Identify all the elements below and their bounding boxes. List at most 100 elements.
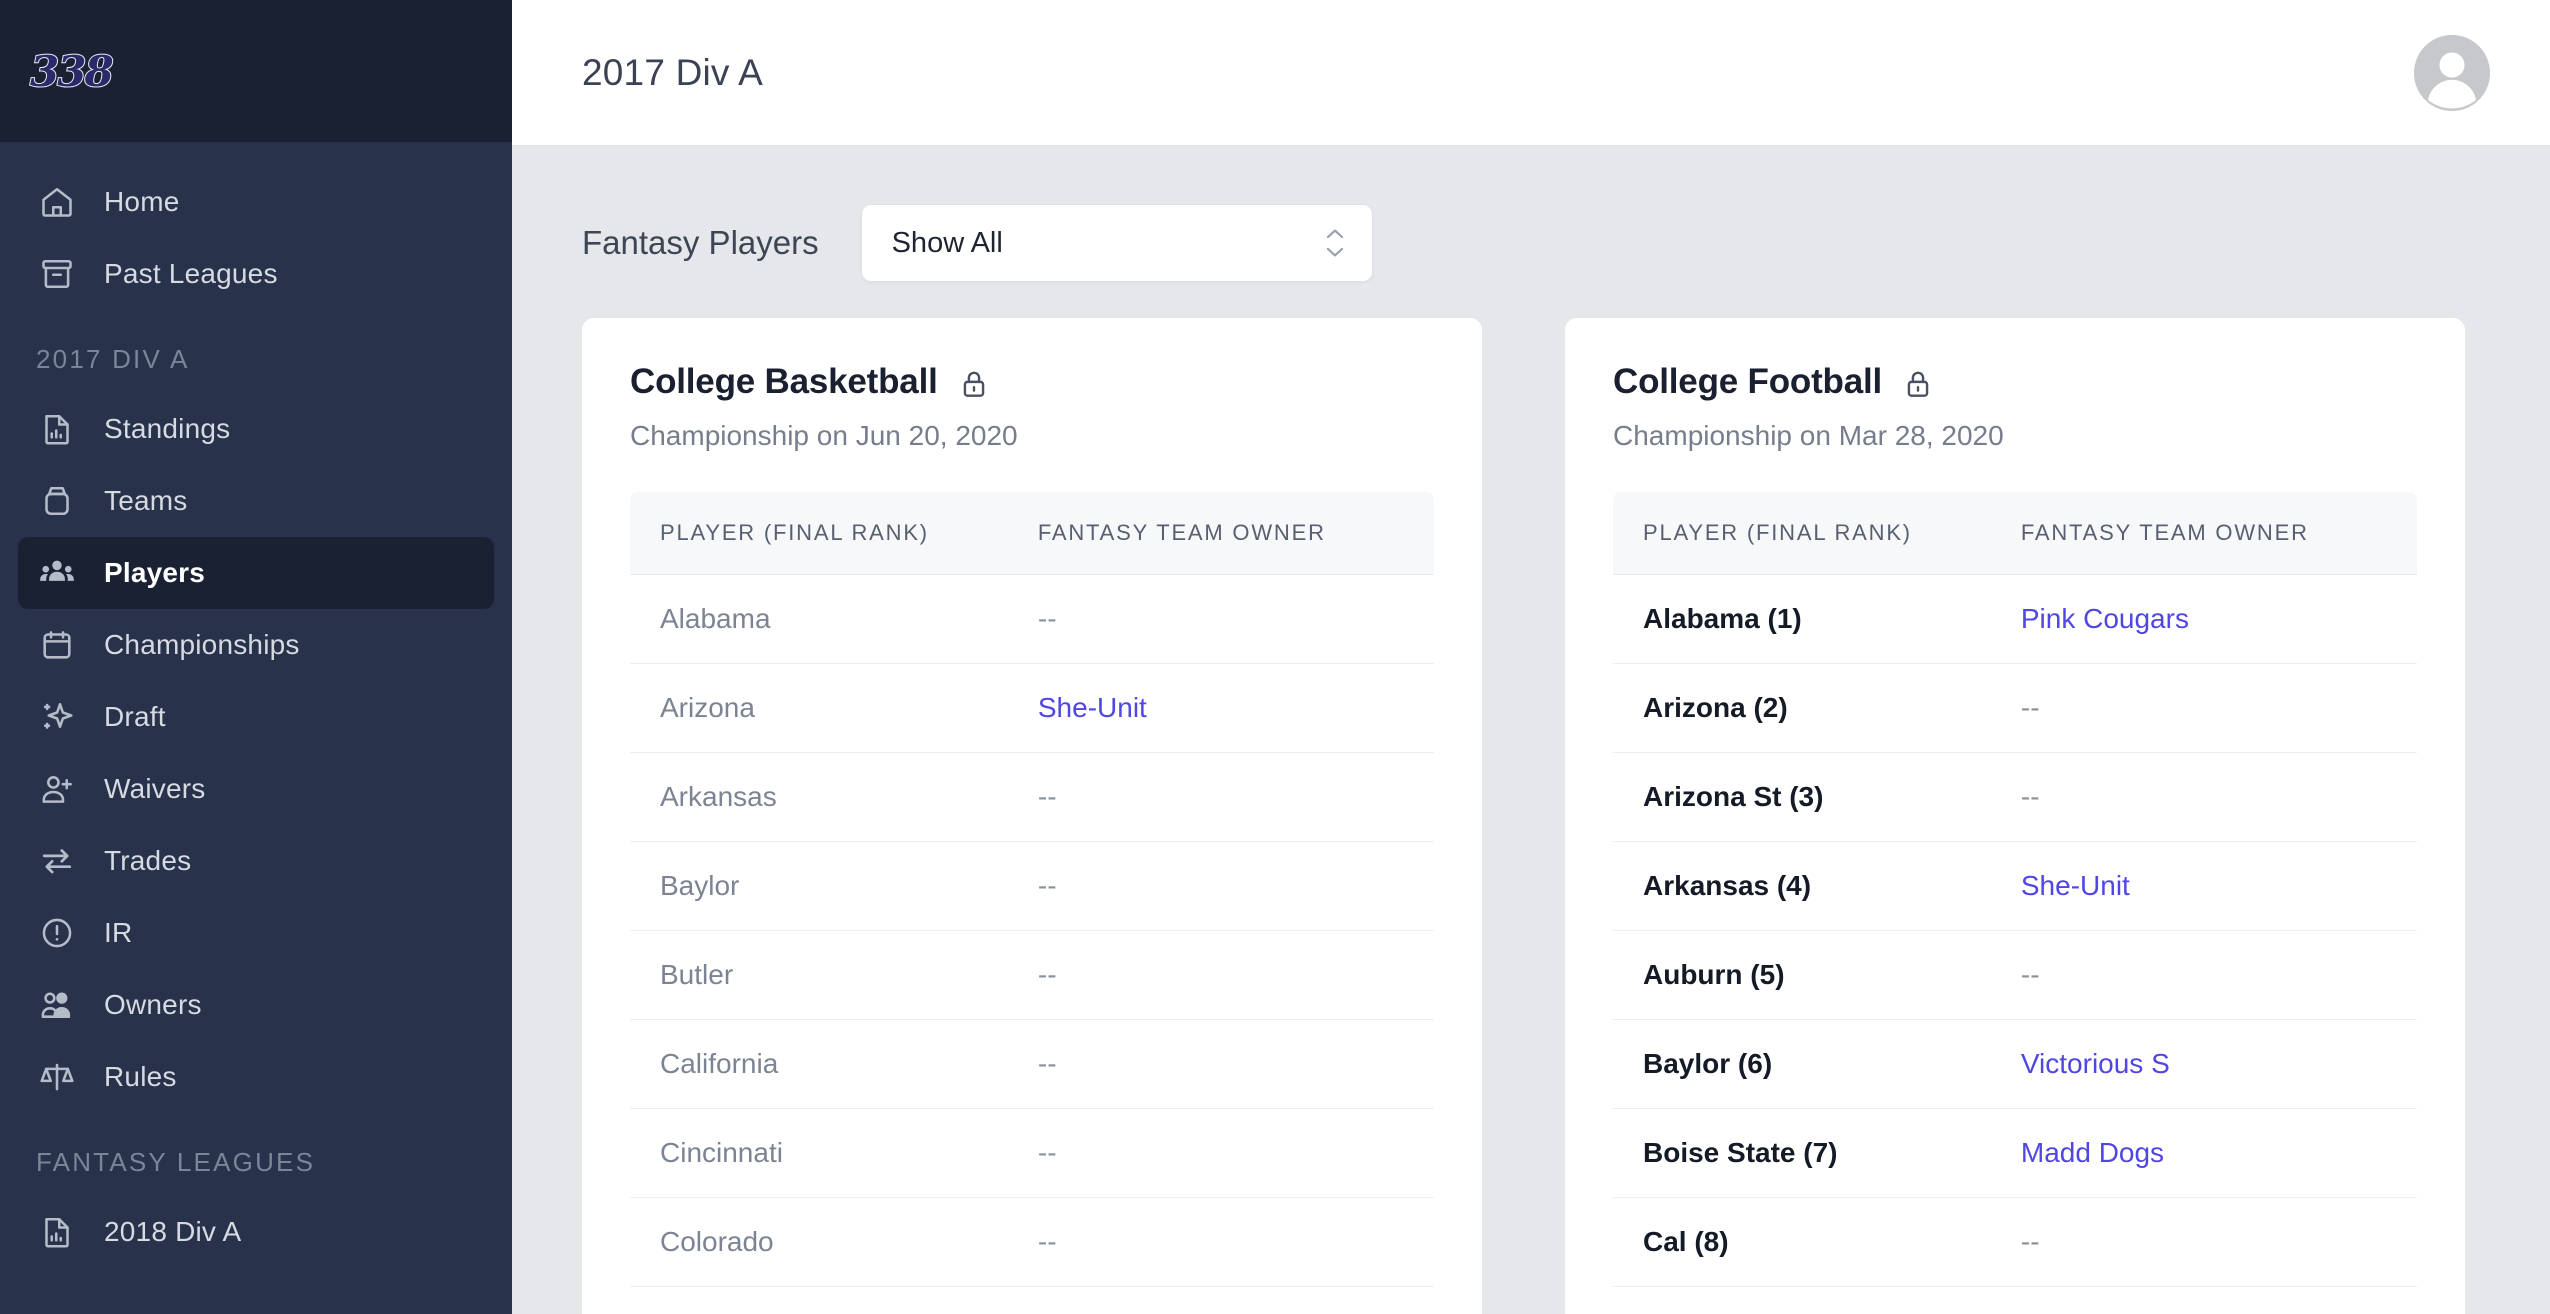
table-body: Alabama -- Arizona She-Unit Arkansas -- Baylor… bbox=[630, 574, 1434, 1314]
sidebar-nav: Home Past Leagues 2017 DIV A Standings T… bbox=[0, 142, 512, 1268]
owners-icon bbox=[36, 984, 78, 1026]
sidebar-item-label: Championships bbox=[104, 629, 300, 660]
table-head: PLAYER (FINAL RANK) FANTASY TEAM OWNER bbox=[630, 492, 1434, 575]
chart-document-icon bbox=[36, 1211, 78, 1253]
sparkles-icon bbox=[36, 696, 78, 738]
cards-row: College Basketball Championship on Jun 2… bbox=[582, 318, 2550, 1314]
player-name-cell: Arizona (2) bbox=[1613, 663, 1991, 753]
player-name-cell: Cincinnati bbox=[630, 1108, 1008, 1198]
app-root: 338 Home Past Leagues 2017 DIV A Standin… bbox=[0, 0, 2550, 1314]
sidebar-item-2018-div-a[interactable]: 2018 Div A bbox=[18, 1196, 494, 1268]
table-row: Cincinnati-- bbox=[1613, 1286, 2417, 1314]
lock-icon bbox=[1902, 368, 1934, 400]
alert-circle-icon bbox=[36, 912, 78, 954]
sidebar-item-label: Home bbox=[104, 186, 180, 217]
card-subtitle: Championship on Jun 20, 2020 bbox=[630, 420, 1018, 451]
scales-icon bbox=[36, 1056, 78, 1098]
table-head: PLAYER (FINAL RANK) FANTASY TEAM OWNER bbox=[1613, 492, 2417, 575]
fantasy-players-select[interactable]: Show All bbox=[860, 204, 1373, 282]
player-name-cell: Baylor bbox=[630, 841, 1008, 931]
logo-text: 338 bbox=[29, 46, 115, 97]
sidebar-logo[interactable]: 338 bbox=[0, 0, 512, 142]
owner-empty: -- bbox=[1007, 1197, 1434, 1287]
table-row: Colorado State-- bbox=[630, 1286, 1434, 1314]
owner-empty: -- bbox=[1007, 574, 1434, 664]
player-name-cell: Auburn (5) bbox=[1613, 930, 1991, 1020]
player-name-cell: Butler bbox=[630, 930, 1008, 1020]
table-row: Butler -- bbox=[630, 930, 1434, 1020]
card-college-football: College Football Championship on Mar 28,… bbox=[1565, 318, 2465, 1314]
table-row: Alabama -- bbox=[630, 574, 1434, 664]
sidebar-item-label: Draft bbox=[104, 701, 166, 732]
bag-icon bbox=[36, 480, 78, 522]
owner-link[interactable]: Victorious S bbox=[1990, 1019, 2417, 1109]
owner-empty: -- bbox=[1007, 752, 1434, 842]
sidebar-item-past-leagues[interactable]: Past Leagues bbox=[18, 238, 494, 310]
owner-link[interactable]: She-Unit bbox=[1990, 841, 2417, 931]
owner-empty: -- bbox=[1007, 841, 1434, 931]
sidebar-item-label: 2018 Div A bbox=[104, 1216, 242, 1247]
col-owner: FANTASY TEAM OWNER bbox=[1990, 492, 2417, 575]
table-row: Arizona St (3) -- bbox=[1613, 752, 2417, 842]
sidebar-item-draft[interactable]: Draft bbox=[18, 681, 494, 753]
sidebar-item-ir[interactable]: IR bbox=[18, 897, 494, 969]
sidebar-item-label: Past Leagues bbox=[104, 258, 278, 289]
fantasy-players-label: Fantasy Players bbox=[582, 224, 819, 261]
sidebar-item-trades[interactable]: Trades bbox=[18, 825, 494, 897]
sidebar-item-championships[interactable]: Championships bbox=[18, 609, 494, 681]
sidebar-item-standings[interactable]: Standings bbox=[18, 393, 494, 465]
owner-empty: -- bbox=[1007, 1019, 1434, 1109]
table-row: Colorado -- bbox=[630, 1197, 1434, 1287]
sidebar-item-players[interactable]: Players bbox=[18, 537, 494, 609]
user-avatar-icon bbox=[2414, 34, 2490, 111]
table-body: Alabama (1) Pink Cougars Arizona (2) -- Ariz… bbox=[1613, 574, 2417, 1314]
player-name-cell: Cincinnati bbox=[1613, 1286, 1991, 1314]
home-icon bbox=[36, 181, 78, 223]
table-row: Arkansas -- bbox=[630, 752, 1434, 842]
filter-row: Fantasy Players Show All bbox=[582, 146, 2550, 318]
card-title-row: College Basketball bbox=[630, 362, 1434, 402]
col-player: PLAYER (FINAL RANK) bbox=[1613, 492, 1991, 575]
chevron-up-down-icon bbox=[1324, 228, 1346, 258]
owner-empty: -- bbox=[1007, 1108, 1434, 1198]
exchange-arrows-icon bbox=[36, 840, 78, 882]
table-row: Arizona (2) -- bbox=[1613, 663, 2417, 753]
col-player: PLAYER (FINAL RANK) bbox=[630, 492, 1008, 575]
table-row: California -- bbox=[630, 1019, 1434, 1109]
sidebar-item-waivers[interactable]: Waivers bbox=[18, 753, 494, 825]
owner-link[interactable]: Pink Cougars bbox=[1990, 574, 2417, 664]
owner-link[interactable]: She-Unit bbox=[1007, 663, 1434, 753]
player-name-cell: Cal (8) bbox=[1613, 1197, 1991, 1287]
sidebar-item-owners[interactable]: Owners bbox=[18, 969, 494, 1041]
avatar[interactable] bbox=[2414, 34, 2490, 111]
sidebar-item-label: Teams bbox=[104, 485, 188, 516]
lock-icon bbox=[958, 368, 990, 400]
owner-empty: -- bbox=[1990, 1197, 2417, 1287]
card-title: College Football bbox=[1613, 362, 1883, 401]
table-row: Cal (8) -- bbox=[1613, 1197, 2417, 1287]
player-name-cell: Boise State (7) bbox=[1613, 1108, 1991, 1198]
owner-empty: -- bbox=[1990, 663, 2417, 753]
sidebar-item-rules[interactable]: Rules bbox=[18, 1041, 494, 1113]
card-title-row: College Football bbox=[1613, 362, 2417, 402]
user-plus-icon bbox=[36, 768, 78, 810]
main-area: 2017 Div A Fantasy Players Show All Coll… bbox=[512, 0, 2550, 1314]
player-name-cell: Baylor (6) bbox=[1613, 1019, 1991, 1109]
sidebar-item-teams[interactable]: Teams bbox=[18, 465, 494, 537]
table-header-row: PLAYER (FINAL RANK) FANTASY TEAM OWNER bbox=[630, 492, 1434, 575]
owner-empty: -- bbox=[1007, 1286, 1434, 1314]
sidebar-item-home[interactable]: Home bbox=[18, 166, 494, 238]
sidebar: 338 Home Past Leagues 2017 DIV A Standin… bbox=[0, 0, 512, 1314]
chart-document-icon bbox=[36, 408, 78, 450]
player-name-cell: Arkansas (4) bbox=[1613, 841, 1991, 931]
owner-link[interactable]: Madd Dogs bbox=[1990, 1108, 2417, 1198]
player-name-cell: Arizona St (3) bbox=[1613, 752, 1991, 842]
sidebar-item-label: IR bbox=[104, 917, 133, 948]
table-row: Auburn (5) -- bbox=[1613, 930, 2417, 1020]
owner-empty: -- bbox=[1990, 930, 2417, 1020]
player-name-cell: Colorado bbox=[630, 1197, 1008, 1287]
sidebar-item-label: Rules bbox=[104, 1061, 177, 1092]
col-owner: FANTASY TEAM OWNER bbox=[1007, 492, 1434, 575]
table-header-row: PLAYER (FINAL RANK) FANTASY TEAM OWNER bbox=[1613, 492, 2417, 575]
player-name-cell: Alabama bbox=[630, 574, 1008, 664]
